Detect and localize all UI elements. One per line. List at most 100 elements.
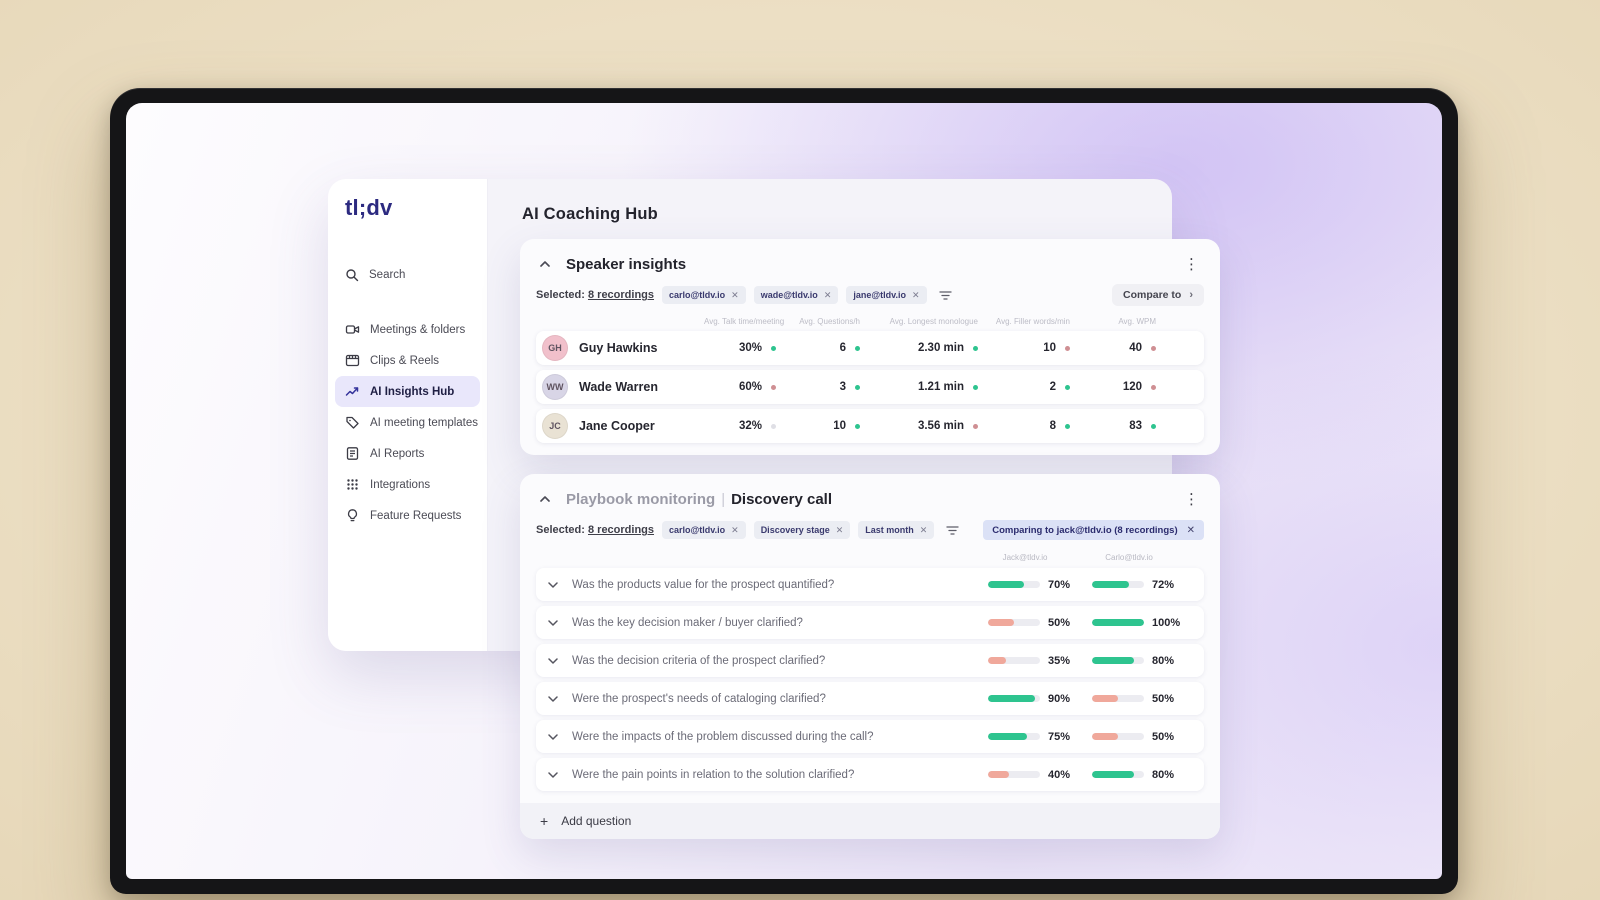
metric-value: 2.30 min (917, 342, 964, 354)
filter-chip-label: jane@tldv.io (853, 290, 906, 300)
filter-chip-label: carlo@tldv.io (669, 525, 726, 535)
sidebar-item-label: AI Reports (370, 447, 425, 460)
playbook-question-row[interactable]: Were the prospect's needs of cataloging … (536, 682, 1204, 715)
filter-icon[interactable] (938, 290, 952, 301)
chevron-right-icon: › (1189, 289, 1193, 301)
progress-percent: 50% (1152, 692, 1175, 705)
chevron-down-icon[interactable] (548, 581, 572, 588)
avatar: JC (542, 413, 568, 439)
speaker-name: Wade Warren (579, 380, 658, 394)
filter-chip-wade[interactable]: wade@tldv.io ✕ (753, 286, 839, 304)
kebab-menu-icon[interactable]: ⋮ (1179, 255, 1204, 274)
filter-chip-label: Last month (865, 525, 914, 535)
close-icon[interactable]: ✕ (731, 290, 739, 301)
speaker-name: Jane Cooper (579, 419, 655, 433)
filter-chip-carlo[interactable]: carlo@tldv.io ✕ (662, 286, 746, 304)
speaker-row-guy-hawkins[interactable]: GH Guy Hawkins 30% 6 2.30 min 10 40 (536, 331, 1204, 365)
avatar: WW (542, 374, 568, 400)
close-icon[interactable]: ✕ (1187, 525, 1195, 536)
question-text: Was the key decision maker / buyer clari… (572, 616, 803, 629)
selected-prefix: Selected: (536, 524, 585, 536)
progress-bar (1092, 581, 1144, 588)
playbook-question-row[interactable]: Was the decision criteria of the prospec… (536, 644, 1204, 677)
metric-status-dot (1065, 345, 1070, 351)
compare-to-button[interactable]: Compare to › (1111, 284, 1204, 306)
metric-status-dot (1151, 345, 1156, 351)
lightbulb-icon (345, 508, 360, 523)
close-icon[interactable]: ✕ (836, 525, 844, 536)
question-text: Were the pain points in relation to the … (572, 768, 855, 781)
kebab-menu-icon[interactable]: ⋮ (1179, 490, 1204, 509)
close-icon[interactable]: ✕ (731, 525, 739, 536)
filter-chip-label: carlo@tldv.io (669, 290, 726, 300)
sidebar-item-clips-reels[interactable]: Clips & Reels (335, 345, 480, 376)
chevron-down-icon[interactable] (548, 619, 572, 626)
metric-status-dot (1151, 384, 1156, 390)
trend-chart-icon (345, 384, 360, 399)
metric-value: 8 (1049, 420, 1056, 432)
close-icon[interactable]: ✕ (920, 525, 928, 536)
metric-status-dot (771, 423, 776, 429)
progress-bar (988, 581, 1040, 588)
sidebar-item-meetings-folders[interactable]: Meetings & folders (335, 314, 480, 345)
metric-value: 2 (1049, 381, 1056, 393)
selected-count[interactable]: 8 recordings (588, 289, 654, 301)
sidebar-item-ai-reports[interactable]: AI Reports (335, 438, 480, 469)
avatar: GH (542, 335, 568, 361)
close-icon[interactable]: ✕ (912, 290, 920, 301)
playbook-question-row[interactable]: Was the key decision maker / buyer clari… (536, 606, 1204, 639)
progress-bar (988, 695, 1040, 702)
sidebar-nav: Meetings & folders Clips & Reels AI Insi… (328, 314, 487, 531)
metric-status-dot (855, 384, 860, 390)
speaker-insights-title: Speaker insights (566, 255, 687, 273)
filter-chip-jane[interactable]: jane@tldv.io ✕ (846, 286, 927, 304)
sidebar-item-feature-requests[interactable]: Feature Requests (335, 500, 480, 531)
metric-status-dot (855, 345, 860, 351)
progress-bar (1092, 733, 1144, 740)
metric-status-dot (771, 345, 776, 351)
question-text: Was the products value for the prospect … (572, 578, 835, 591)
progress-percent: 100% (1152, 616, 1181, 629)
template-tag-icon (345, 415, 360, 430)
metric-value: 120 (1122, 381, 1142, 393)
metric-status-dot (1151, 423, 1156, 429)
search-label: Search (369, 268, 406, 281)
metric-status-dot (973, 345, 978, 351)
column-header-questions: Avg. Questions/h (799, 317, 860, 326)
selected-prefix: Selected: (536, 289, 585, 301)
add-question-button[interactable]: + Add question (520, 803, 1220, 839)
close-icon[interactable]: ✕ (824, 290, 832, 301)
chevron-down-icon[interactable] (548, 733, 572, 740)
sidebar-item-ai-insights-hub[interactable]: AI Insights Hub (335, 376, 480, 407)
chevron-down-icon[interactable] (548, 771, 572, 778)
search-input[interactable]: Search (335, 259, 480, 290)
question-text: Were the prospect's needs of cataloging … (572, 692, 826, 705)
chevron-down-icon[interactable] (548, 657, 572, 664)
chevron-down-icon[interactable] (548, 695, 572, 702)
filter-chip-carlo[interactable]: carlo@tldv.io ✕ (662, 521, 746, 539)
sidebar-item-integrations[interactable]: Integrations (335, 469, 480, 500)
progress-percent: 50% (1048, 616, 1071, 629)
speaker-row-wade-warren[interactable]: WW Wade Warren 60% 3 1.21 min 2 120 (536, 370, 1204, 404)
speaker-row-jane-cooper[interactable]: JC Jane Cooper 32% 10 3.56 min 8 83 (536, 409, 1204, 443)
selected-recordings-label: Selected: 8 recordings (536, 524, 654, 536)
playbook-question-row[interactable]: Was the products value for the prospect … (536, 568, 1204, 601)
filter-chip-discovery-stage[interactable]: Discovery stage ✕ (753, 521, 851, 539)
metric-status-dot (1065, 423, 1070, 429)
playbook-question-row[interactable]: Were the pain points in relation to the … (536, 758, 1204, 791)
sidebar-item-label: AI Insights Hub (370, 385, 455, 398)
filter-icon[interactable] (946, 525, 959, 536)
collapse-chevron-up-icon[interactable] (536, 255, 554, 273)
playbook-subtitle: Discovery call (731, 490, 832, 508)
playbook-question-row[interactable]: Were the impacts of the problem discusse… (536, 720, 1204, 753)
metric-value: 3.56 min (917, 420, 964, 432)
progress-bar (988, 619, 1040, 626)
progress-percent: 50% (1152, 730, 1175, 743)
metric-status-dot (973, 384, 978, 390)
sidebar-item-ai-meeting-templates[interactable]: AI meeting templates (335, 407, 480, 438)
collapse-chevron-up-icon[interactable] (536, 490, 554, 508)
sidebar-item-label: Integrations (370, 478, 431, 491)
comparing-to-chip[interactable]: Comparing to jack@tldv.io (8 recordings)… (983, 520, 1204, 540)
selected-count[interactable]: 8 recordings (588, 524, 654, 536)
filter-chip-last-month[interactable]: Last month ✕ (858, 521, 935, 539)
